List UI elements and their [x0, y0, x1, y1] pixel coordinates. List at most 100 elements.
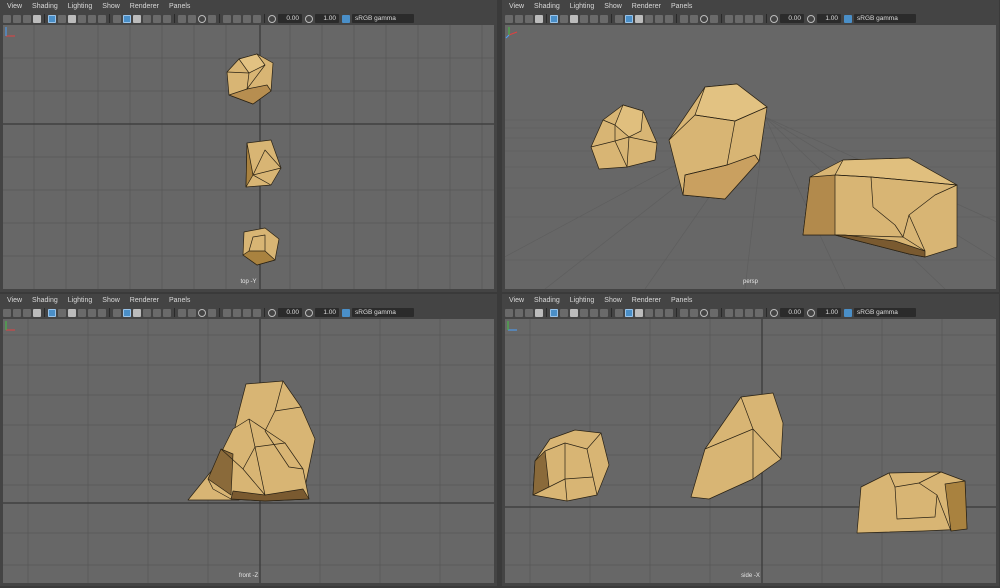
film-gate-icon[interactable] [560, 308, 568, 317]
menu-view[interactable]: View [0, 3, 26, 10]
resolution-gate-icon[interactable] [68, 14, 76, 23]
viewport-panel-front[interactable]: View Shading Lighting Show Renderer Panels 0.… [0, 294, 497, 586]
shadows-icon[interactable] [178, 14, 186, 23]
exposure-field[interactable]: 0.00 [780, 308, 804, 317]
viewport-panel-persp[interactable]: View Shading Lighting Show Renderer Panels 0.… [502, 0, 999, 292]
aa-icon[interactable] [208, 308, 216, 317]
color-space-select[interactable]: sRGB gamma [352, 308, 414, 317]
color-management-icon[interactable] [342, 14, 350, 23]
shadows-icon[interactable] [178, 308, 186, 317]
wireframe-on-shaded-icon[interactable] [645, 14, 653, 23]
exposure-field[interactable]: 0.00 [278, 14, 302, 23]
exposure-field[interactable]: 0.00 [278, 308, 302, 317]
resolution-gate-icon[interactable] [570, 308, 578, 317]
grid-icon[interactable] [48, 14, 56, 23]
film-gate-icon[interactable] [58, 308, 66, 317]
grid-icon[interactable] [550, 308, 558, 317]
safe-action-icon[interactable] [600, 14, 608, 23]
camera-icon[interactable] [3, 308, 11, 317]
bookmark-icon[interactable] [525, 14, 533, 23]
field-chart-icon[interactable] [590, 308, 598, 317]
motion-blur-icon[interactable] [700, 308, 708, 317]
gate-mask-icon[interactable] [78, 308, 86, 317]
film-gate-icon[interactable] [58, 14, 66, 23]
textured-icon[interactable] [655, 14, 663, 23]
color-management-icon[interactable] [844, 14, 852, 23]
menu-panels[interactable]: Panels [163, 297, 194, 304]
color-space-select[interactable]: sRGB gamma [854, 308, 916, 317]
gamma-icon[interactable] [807, 308, 815, 317]
grid-icon[interactable] [550, 14, 558, 23]
viewport-panel-side[interactable]: View Shading Lighting Show Renderer Panels 0.… [502, 294, 999, 586]
gamma-field[interactable]: 1.00 [315, 14, 339, 23]
xray-joints-icon[interactable] [243, 308, 251, 317]
isolate-icon[interactable] [223, 308, 231, 317]
image-plane-icon[interactable] [33, 308, 41, 317]
xray-icon[interactable] [735, 308, 743, 317]
use-lights-icon[interactable] [163, 308, 171, 317]
motion-blur-icon[interactable] [198, 308, 206, 317]
menu-shading[interactable]: Shading [528, 297, 564, 304]
menu-panels[interactable]: Panels [665, 3, 696, 10]
xray-icon[interactable] [233, 308, 241, 317]
field-chart-icon[interactable] [590, 14, 598, 23]
smooth-shade-icon[interactable] [625, 308, 633, 317]
menu-shading[interactable]: Shading [26, 297, 62, 304]
viewport-panel-top[interactable]: View Shading Lighting Show Renderer Panels 0.… [0, 0, 497, 292]
exposure-icon[interactable] [770, 308, 778, 317]
camera-icon[interactable] [505, 14, 513, 23]
field-chart-icon[interactable] [88, 14, 96, 23]
resolution-gate-icon[interactable] [68, 308, 76, 317]
xray-joints-icon[interactable] [745, 308, 753, 317]
ssao-icon[interactable] [690, 308, 698, 317]
textured-icon[interactable] [153, 14, 161, 23]
menu-renderer[interactable]: Renderer [626, 297, 665, 304]
default-material-icon[interactable] [133, 14, 141, 23]
xray-joints-icon[interactable] [243, 14, 251, 23]
shadows-icon[interactable] [680, 14, 688, 23]
default-material-icon[interactable] [635, 308, 643, 317]
grid-icon[interactable] [48, 308, 56, 317]
gate-mask-icon[interactable] [78, 14, 86, 23]
menu-show[interactable]: Show [598, 3, 626, 10]
menu-shading[interactable]: Shading [528, 3, 564, 10]
backface-icon[interactable] [755, 14, 763, 23]
menu-show[interactable]: Show [598, 297, 626, 304]
film-gate-icon[interactable] [560, 14, 568, 23]
aa-icon[interactable] [710, 14, 718, 23]
ssao-icon[interactable] [188, 308, 196, 317]
gate-mask-icon[interactable] [580, 14, 588, 23]
bookmark-icon[interactable] [525, 308, 533, 317]
smooth-shade-icon[interactable] [123, 308, 131, 317]
xray-joints-icon[interactable] [745, 14, 753, 23]
menu-panels[interactable]: Panels [665, 297, 696, 304]
camera-attr-icon[interactable] [13, 308, 21, 317]
aa-icon[interactable] [208, 14, 216, 23]
backface-icon[interactable] [755, 308, 763, 317]
smooth-shade-icon[interactable] [625, 14, 633, 23]
backface-icon[interactable] [253, 14, 261, 23]
camera-attr-icon[interactable] [13, 14, 21, 23]
menu-view[interactable]: View [502, 297, 528, 304]
safe-action-icon[interactable] [98, 14, 106, 23]
gamma-icon[interactable] [305, 14, 313, 23]
motion-blur-icon[interactable] [198, 14, 206, 23]
wireframe-icon[interactable] [615, 14, 623, 23]
wireframe-icon[interactable] [113, 308, 121, 317]
menu-panels[interactable]: Panels [163, 3, 194, 10]
xray-icon[interactable] [233, 14, 241, 23]
image-plane-icon[interactable] [535, 14, 543, 23]
gamma-field[interactable]: 1.00 [817, 14, 841, 23]
viewport-canvas-persp[interactable]: persp [505, 25, 996, 289]
use-lights-icon[interactable] [665, 14, 673, 23]
default-material-icon[interactable] [133, 308, 141, 317]
wireframe-icon[interactable] [113, 14, 121, 23]
menu-lighting[interactable]: Lighting [62, 297, 97, 304]
use-lights-icon[interactable] [163, 14, 171, 23]
color-management-icon[interactable] [342, 308, 350, 317]
smooth-shade-icon[interactable] [123, 14, 131, 23]
isolate-icon[interactable] [223, 14, 231, 23]
menu-show[interactable]: Show [96, 3, 124, 10]
menu-lighting[interactable]: Lighting [62, 3, 97, 10]
ssao-icon[interactable] [188, 14, 196, 23]
